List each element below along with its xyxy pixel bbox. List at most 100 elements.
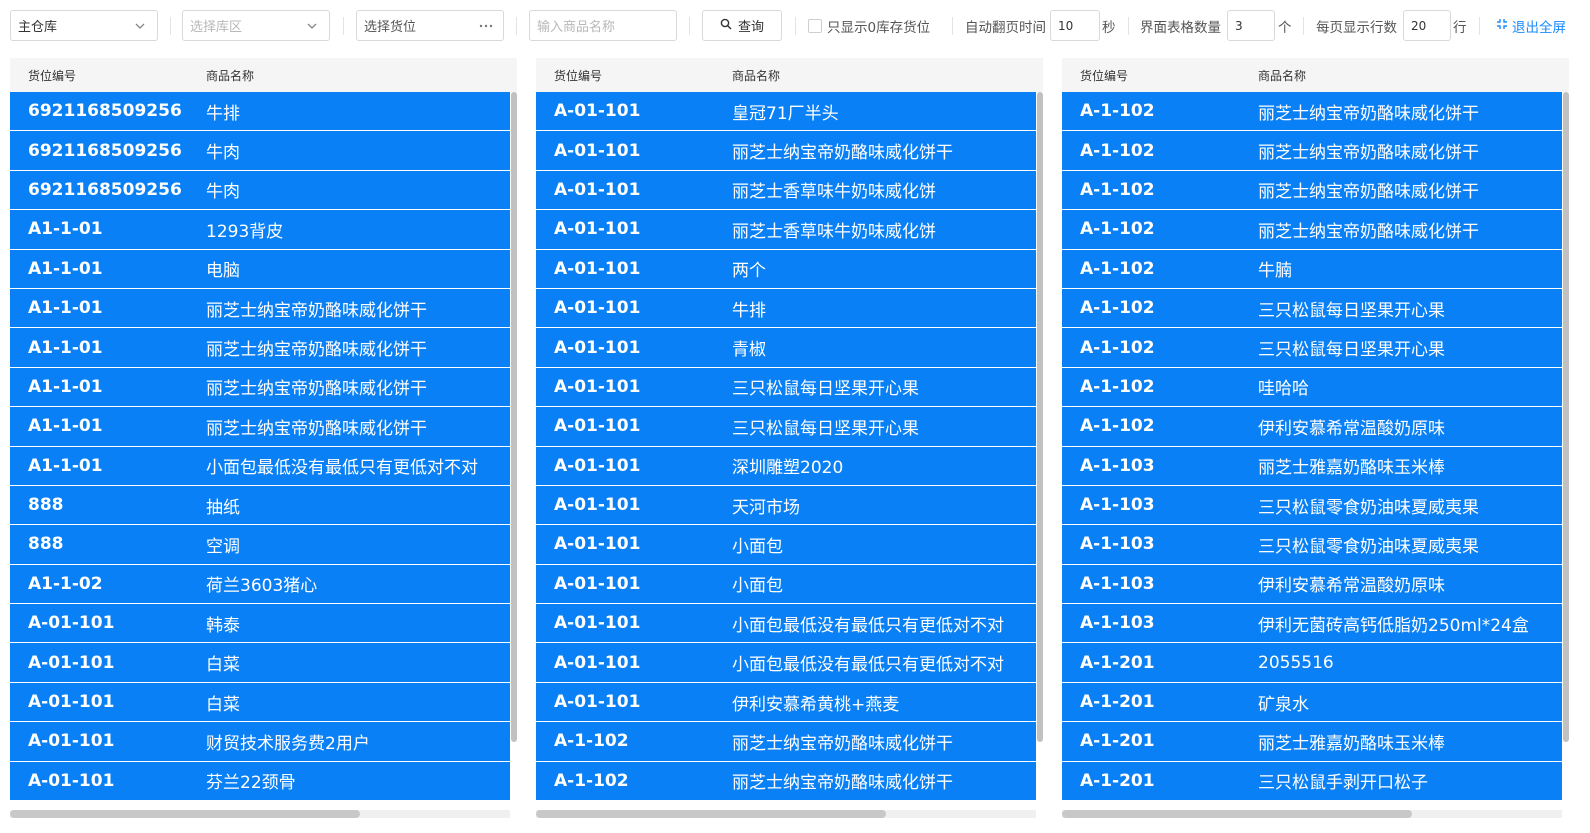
table-row[interactable]: 6921168509256 牛肉: [10, 131, 510, 171]
auto-page-input[interactable]: 10: [1050, 10, 1100, 41]
cell-product: 抽纸: [206, 497, 240, 518]
table-row[interactable]: A-01-101 两个: [536, 249, 1036, 289]
cell-location: A-01-101: [28, 770, 115, 791]
table-row[interactable]: A-1-102 丽芝士纳宝帝奶酪味威化饼干: [1062, 170, 1562, 211]
table-row[interactable]: A-01-101 伊利安慕希黄桃+燕麦: [536, 682, 1036, 723]
table-row[interactable]: A-1-102 伊利安慕希常温酸奶原味: [1062, 407, 1562, 447]
warehouse-select[interactable]: 主仓库: [10, 10, 158, 41]
table-row[interactable]: A-1-102 丽芝士纳宝帝奶酪味威化饼干: [1062, 131, 1562, 171]
table-row[interactable]: A1-1-01 1293背皮: [10, 210, 510, 250]
cell-location: A-01-101: [554, 692, 641, 713]
table-row[interactable]: A-1-103 三只松鼠零食奶油味夏威夷果: [1062, 485, 1562, 526]
table-row[interactable]: 6921168509256 牛排: [10, 92, 510, 132]
cell-location: A-1-102: [554, 731, 629, 752]
cell-product: 丽芝士雅嘉奶酪味玉米棒: [1258, 458, 1445, 479]
table-row[interactable]: A-01-101 皇冠71厂半头: [536, 92, 1036, 132]
table-row[interactable]: A-01-101 深圳雕塑2020: [536, 446, 1036, 486]
table-row[interactable]: A1-1-02 荷兰3603猪心: [10, 564, 510, 605]
table-row[interactable]: A-1-102 丽芝士纳宝帝奶酪味威化饼干: [536, 722, 1036, 762]
cell-location: A-01-101: [554, 416, 641, 437]
table-row[interactable]: 6921168509256 牛肉: [10, 170, 510, 211]
vertical-scrollbar[interactable]: [511, 92, 517, 742]
vertical-scrollbar[interactable]: [1563, 92, 1569, 742]
auto-page-label: 自动翻页时间: [965, 19, 1046, 36]
zero-stock-checkbox[interactable]: 只显示0库存货位: [808, 10, 930, 41]
table-row[interactable]: A-1-102 三只松鼠每日坚果开心果: [1062, 288, 1562, 329]
table-row[interactable]: A1-1-01 小面包最低没有最低只有更低对不对: [10, 446, 510, 486]
location-select[interactable]: 选择货位: [356, 10, 504, 41]
cell-product: 荷兰3603猪心: [206, 576, 318, 597]
table-row[interactable]: A-1-103 伊利无菌砖高钙低脂奶250ml*24盒: [1062, 604, 1562, 644]
query-button[interactable]: 查询: [702, 10, 782, 41]
cell-product: 丽芝士纳宝帝奶酪味威化饼干: [1258, 182, 1479, 203]
toolbar-divider: [952, 17, 953, 35]
table-row[interactable]: A-01-101 牛排: [536, 288, 1036, 329]
table-row[interactable]: A-01-101 白菜: [10, 682, 510, 723]
table-row[interactable]: A1-1-01 丽芝士纳宝帝奶酪味威化饼干: [10, 407, 510, 447]
cell-product: 丽芝士纳宝帝奶酪味威化饼干: [732, 773, 953, 794]
horizontal-scrollbar[interactable]: [1062, 810, 1412, 818]
cell-product: 韩泰: [206, 615, 240, 636]
table-row[interactable]: A-1-103 丽芝士雅嘉奶酪味玉米棒: [1062, 446, 1562, 486]
table-row[interactable]: A-1-103 伊利安慕希常温酸奶原味: [1062, 564, 1562, 605]
table-row[interactable]: A-01-101 丽芝士香草味牛奶味威化饼: [536, 210, 1036, 250]
table-row[interactable]: A-01-101 白菜: [10, 643, 510, 683]
cell-product: 牛排: [206, 103, 240, 124]
table-row[interactable]: A-01-101 小面包最低没有最低只有更低对不对: [536, 604, 1036, 644]
table-row[interactable]: A-1-201 三只松鼠手剥开口松子: [1062, 761, 1562, 802]
area-select[interactable]: 选择库区: [182, 10, 330, 41]
cell-location: A-1-102: [1080, 140, 1155, 161]
cell-location: A-1-201: [1080, 770, 1155, 791]
table-row[interactable]: A-01-101 三只松鼠每日坚果开心果: [536, 367, 1036, 408]
cell-product: 丽芝士雅嘉奶酪味玉米棒: [1258, 733, 1445, 754]
cell-product: 矿泉水: [1258, 694, 1309, 715]
horizontal-scrollbar[interactable]: [10, 810, 360, 818]
auto-page-label-wrap: 自动翻页时间: [965, 10, 1046, 41]
checkbox-box[interactable]: [808, 18, 822, 33]
cell-product: 小面包最低没有最低只有更低对不对: [206, 458, 478, 479]
exit-fullscreen-button[interactable]: 退出全屏: [1496, 10, 1566, 41]
table-row[interactable]: A-1-102 三只松鼠每日坚果开心果: [1062, 328, 1562, 368]
table-row[interactable]: A-01-101 丽芝士香草味牛奶味威化饼: [536, 170, 1036, 211]
table-row[interactable]: A-1-103 三只松鼠零食奶油味夏威夷果: [1062, 525, 1562, 565]
table-row[interactable]: A-01-101 小面包: [536, 564, 1036, 605]
table-row[interactable]: A-1-102 丽芝士纳宝帝奶酪味威化饼干: [1062, 92, 1562, 132]
table-row[interactable]: A-01-101 财贸技术服务费2用户: [10, 722, 510, 762]
table-count-input[interactable]: 3: [1227, 10, 1275, 41]
toolbar-divider: [1479, 17, 1480, 35]
table-row[interactable]: A-1-102 牛腩: [1062, 249, 1562, 289]
toolbar-divider: [795, 17, 796, 35]
table-row[interactable]: A-01-101 天河市场: [536, 485, 1036, 526]
cell-product: 青椒: [732, 340, 766, 361]
table-row[interactable]: A-01-101 小面包最低没有最低只有更低对不对: [536, 643, 1036, 683]
table-row[interactable]: A-01-101 芬兰22颈骨: [10, 761, 510, 802]
rows-per-page-input[interactable]: 20: [1403, 10, 1451, 41]
cell-location: A-1-201: [1080, 692, 1155, 713]
table-row[interactable]: 888 抽纸: [10, 485, 510, 526]
table-row[interactable]: A-01-101 三只松鼠每日坚果开心果: [536, 407, 1036, 447]
cell-product: 伊利无菌砖高钙低脂奶250ml*24盒: [1258, 615, 1529, 636]
product-name-input[interactable]: 输入商品名称: [529, 10, 677, 41]
table-row[interactable]: 888 空调: [10, 525, 510, 565]
table-row[interactable]: A-01-101 青椒: [536, 328, 1036, 368]
table-row[interactable]: A-01-101 韩泰: [10, 604, 510, 644]
table-row[interactable]: A-01-101 小面包: [536, 525, 1036, 565]
table-row[interactable]: A-1-102 丽芝士纳宝帝奶酪味威化饼干: [1062, 210, 1562, 250]
table-row[interactable]: A1-1-01 丽芝士纳宝帝奶酪味威化饼干: [10, 367, 510, 408]
table-row[interactable]: A-1-201 丽芝士雅嘉奶酪味玉米棒: [1062, 722, 1562, 762]
table-row[interactable]: A1-1-01 丽芝士纳宝帝奶酪味威化饼干: [10, 328, 510, 368]
cell-product: 丽芝士纳宝帝奶酪味威化饼干: [1258, 221, 1479, 242]
table-row[interactable]: A-1-102 哇哈哈: [1062, 367, 1562, 408]
vertical-scrollbar[interactable]: [1037, 92, 1043, 742]
table-row[interactable]: A-1-102 丽芝士纳宝帝奶酪味威化饼干: [536, 761, 1036, 802]
horizontal-scrollbar[interactable]: [536, 810, 886, 818]
table-row[interactable]: A-1-201 2055516: [1062, 643, 1562, 683]
table-row[interactable]: A-01-101 丽芝士纳宝帝奶酪味威化饼干: [536, 131, 1036, 171]
table-row[interactable]: A1-1-01 电脑: [10, 249, 510, 289]
column-header-product: 商品名称: [1258, 68, 1307, 83]
table-row[interactable]: A-1-201 矿泉水: [1062, 682, 1562, 723]
cell-location: 6921168509256: [28, 101, 182, 122]
cell-location: A-1-103: [1080, 495, 1155, 516]
table-row[interactable]: A1-1-01 丽芝士纳宝帝奶酪味威化饼干: [10, 288, 510, 329]
cell-product: 伊利安慕希黄桃+燕麦: [732, 694, 900, 715]
